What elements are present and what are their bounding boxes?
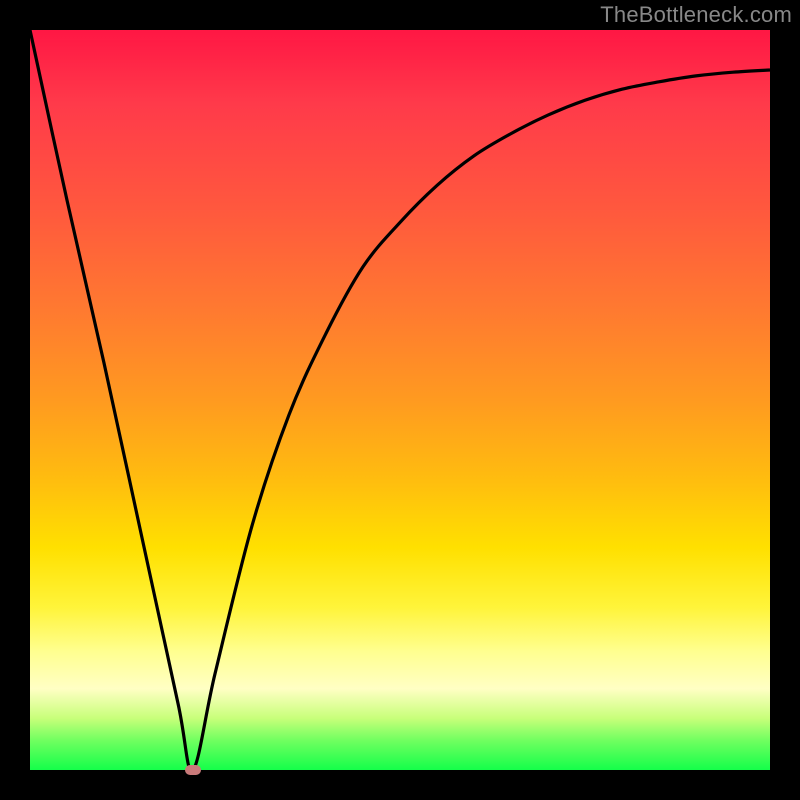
optimum-marker <box>185 765 201 775</box>
chart-frame: TheBottleneck.com <box>0 0 800 800</box>
bottleneck-curve <box>30 30 770 770</box>
plot-area <box>30 30 770 770</box>
watermark-text: TheBottleneck.com <box>600 2 792 28</box>
curve-svg <box>30 30 770 770</box>
